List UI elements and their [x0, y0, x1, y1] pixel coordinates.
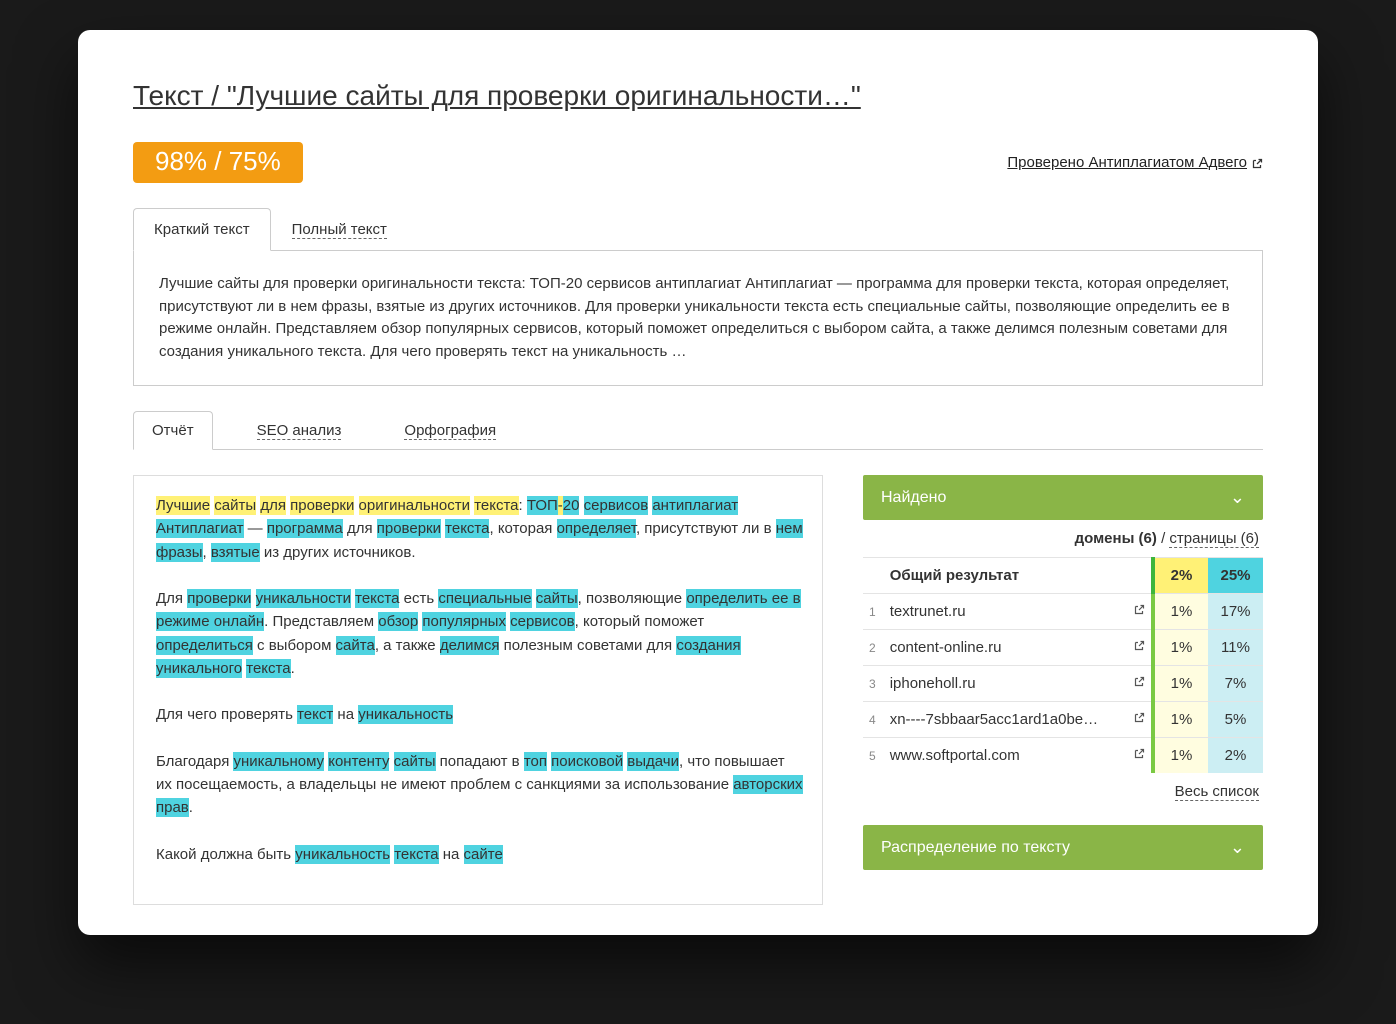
- text-paragraph: Какой должна быть уникальность текста на…: [156, 843, 804, 866]
- text-paragraph: Для проверки уникальности текста есть сп…: [156, 587, 804, 680]
- row-index: 5: [863, 738, 884, 774]
- summary-text: Лучшие сайты для проверки оригинальности…: [133, 251, 1263, 386]
- external-link-icon[interactable]: [1127, 630, 1153, 666]
- score-row: 98% / 75% Проверено Антиплагиатом Адвего: [133, 142, 1263, 183]
- row-index: 3: [863, 666, 884, 702]
- row-domain: textrunet.ru: [884, 594, 1127, 630]
- domains-filter[interactable]: домены (6): [1075, 530, 1157, 547]
- table-row[interactable]: 3iphoneholl.ru 1%7%: [863, 666, 1263, 702]
- total-p1: 2%: [1153, 558, 1208, 594]
- external-link-icon: [1251, 157, 1263, 169]
- found-panel-header[interactable]: Найдено ⌄: [863, 475, 1263, 520]
- row-index: 4: [863, 702, 884, 738]
- found-title: Найдено: [881, 489, 946, 507]
- text-paragraph: Благодаря уникальному контенту сайты поп…: [156, 750, 804, 820]
- report-area: Лучшие сайты для проверки оригинальности…: [133, 475, 1263, 905]
- total-label: Общий результат: [884, 558, 1127, 594]
- chevron-down-icon: ⌄: [1230, 837, 1245, 858]
- total-row: Общий результат 2% 25%: [863, 558, 1263, 594]
- text-tabs: Краткий текст Полный текст: [133, 208, 1263, 251]
- total-p2: 25%: [1208, 558, 1263, 594]
- found-filter: домены (6) / страницы (6): [863, 520, 1263, 557]
- tab-report[interactable]: Отчёт: [133, 411, 213, 450]
- found-table: Общий результат 2% 25% 1textrunet.ru1%17…: [863, 557, 1263, 773]
- row-p2: 5%: [1208, 702, 1263, 738]
- row-p2: 17%: [1208, 594, 1263, 630]
- score-badge: 98% / 75%: [133, 142, 303, 183]
- row-domain: content-online.ru: [884, 630, 1127, 666]
- external-link-icon[interactable]: [1127, 702, 1153, 738]
- row-index: 2: [863, 630, 884, 666]
- row-p2: 7%: [1208, 666, 1263, 702]
- row-p1: 1%: [1153, 738, 1208, 774]
- dist-title: Распределение по тексту: [881, 839, 1070, 857]
- highlighted-text-panel[interactable]: Лучшие сайты для проверки оригинальности…: [133, 475, 823, 905]
- checked-by-link[interactable]: Проверено Антиплагиатом Адвего: [1007, 154, 1263, 171]
- tab-seo[interactable]: SEO анализ: [238, 411, 361, 450]
- row-p2: 2%: [1208, 738, 1263, 774]
- page-title[interactable]: Текст / "Лучшие сайты для проверки ориги…: [133, 80, 1263, 112]
- side-panel: Найдено ⌄ домены (6) / страницы (6) Общи…: [863, 475, 1263, 905]
- row-domain: www.softportal.com: [884, 738, 1127, 774]
- tab-full-text[interactable]: Полный текст: [271, 208, 408, 251]
- table-row[interactable]: 2content-online.ru 1%11%: [863, 630, 1263, 666]
- chevron-down-icon: ⌄: [1230, 487, 1245, 508]
- table-row[interactable]: 5www.softportal.com 1%2%: [863, 738, 1263, 774]
- row-domain: xn----7sbbaar5acc1ard1a0be…: [884, 702, 1127, 738]
- row-index: 1: [863, 594, 884, 630]
- external-link-icon[interactable]: [1127, 666, 1153, 702]
- report-tabs: Отчёт SEO анализ Орфография: [133, 411, 1263, 450]
- text-paragraph: Для чего проверять текст на уникальность: [156, 703, 804, 726]
- row-p1: 1%: [1153, 630, 1208, 666]
- all-list-link[interactable]: Весь список: [863, 773, 1263, 825]
- row-p1: 1%: [1153, 702, 1208, 738]
- tab-spell[interactable]: Орфография: [385, 411, 515, 450]
- row-p2: 11%: [1208, 630, 1263, 666]
- row-domain: iphoneholl.ru: [884, 666, 1127, 702]
- table-row[interactable]: 4xn----7sbbaar5acc1ard1a0be… 1%5%: [863, 702, 1263, 738]
- tab-short-text[interactable]: Краткий текст: [133, 208, 271, 251]
- plagiarism-report-card: Текст / "Лучшие сайты для проверки ориги…: [78, 30, 1318, 935]
- external-link-icon[interactable]: [1127, 738, 1153, 774]
- distribution-panel-header[interactable]: Распределение по тексту ⌄: [863, 825, 1263, 870]
- checked-by-text: Проверено Антиплагиатом Адвего: [1007, 154, 1247, 171]
- pages-filter[interactable]: страницы (6): [1169, 530, 1259, 548]
- text-paragraph: Лучшие сайты для проверки оригинальности…: [156, 494, 804, 564]
- row-p1: 1%: [1153, 666, 1208, 702]
- row-p1: 1%: [1153, 594, 1208, 630]
- external-link-icon[interactable]: [1127, 594, 1153, 630]
- table-row[interactable]: 1textrunet.ru 1%17%: [863, 594, 1263, 630]
